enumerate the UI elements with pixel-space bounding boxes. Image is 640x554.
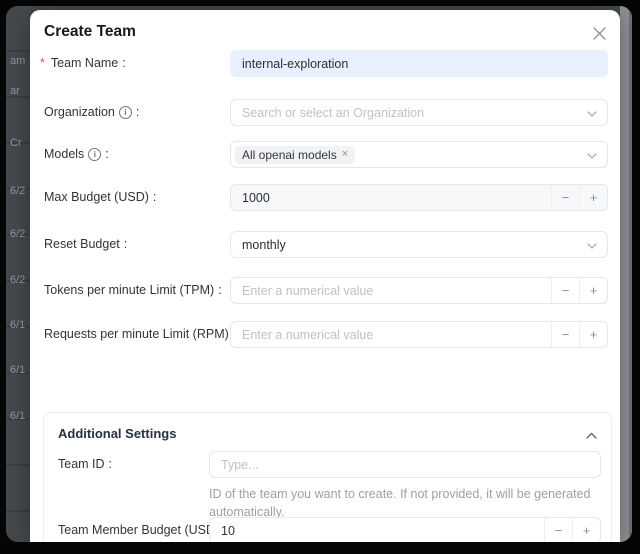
modal-title: Create Team	[44, 23, 136, 41]
team-name-input[interactable]	[231, 51, 607, 76]
models-label: Models i :	[44, 147, 109, 161]
background-text-fragment: 6/1	[10, 364, 25, 376]
reset-budget-label: Reset Budget :	[44, 237, 127, 251]
background-text-fragment: 6/2	[10, 228, 25, 240]
rpm-limit-label: Requests per minute Limit (RPM) :	[44, 327, 236, 341]
reset-budget-select[interactable]: monthly	[230, 231, 608, 258]
chevron-down-icon	[587, 146, 597, 164]
background-text-fragment: 6/1	[10, 319, 25, 331]
team-name-field	[230, 50, 608, 77]
background-page-strip	[620, 6, 632, 542]
decrement-button[interactable]: −	[551, 322, 579, 347]
close-icon[interactable]	[590, 24, 608, 42]
chevron-down-icon	[587, 236, 597, 254]
max-budget-label: Max Budget (USD) :	[44, 190, 156, 204]
background-text-fragment: 6/1	[10, 410, 25, 422]
max-budget-input[interactable]	[231, 185, 551, 210]
background-text-fragment: ar	[10, 85, 20, 97]
reset-budget-value: monthly	[231, 238, 607, 252]
team-id-field	[209, 451, 601, 478]
additional-settings-title: Additional Settings	[58, 426, 176, 441]
decrement-button[interactable]: −	[544, 518, 572, 542]
decrement-button[interactable]: −	[551, 185, 579, 210]
create-team-modal: Create Team * Team Name : Organization i…	[30, 10, 620, 542]
required-asterisk: *	[40, 56, 45, 70]
team-name-label: * Team Name :	[40, 56, 126, 70]
tpm-limit-label: Tokens per minute Limit (TPM) :	[44, 283, 222, 297]
team-id-input[interactable]	[210, 452, 600, 477]
team-member-budget-input[interactable]	[210, 518, 544, 542]
rpm-limit-input[interactable]	[231, 322, 551, 347]
tpm-limit-field: − +	[230, 277, 608, 304]
decrement-button[interactable]: −	[551, 278, 579, 303]
additional-settings-card: Additional Settings Team ID : ID of the …	[43, 412, 612, 542]
background-text-fragment: 6/2	[10, 185, 25, 197]
background-text-fragment: Cr	[10, 137, 22, 149]
team-member-budget-field: − +	[209, 517, 601, 542]
models-select[interactable]: All openai models ×	[230, 141, 608, 168]
chevron-down-icon	[587, 104, 597, 122]
background-text-fragment: 6/2	[10, 274, 25, 286]
tpm-limit-input[interactable]	[231, 278, 551, 303]
increment-button[interactable]: +	[579, 278, 607, 303]
organization-label: Organization i :	[44, 105, 139, 119]
background-table-strip: am ar Cr 6/2 6/2 6/2 6/1 6/1 6/1	[6, 6, 30, 542]
chevron-up-icon[interactable]	[583, 427, 599, 443]
info-icon: i	[88, 148, 101, 161]
organization-select[interactable]: Search or select an Organization	[230, 99, 608, 126]
info-icon: i	[119, 106, 132, 119]
background-text-fragment: am	[10, 55, 25, 67]
increment-button[interactable]: +	[572, 518, 600, 542]
team-id-label: Team ID :	[58, 457, 112, 471]
model-tag: All openai models ×	[235, 146, 355, 164]
increment-button[interactable]: +	[579, 185, 607, 210]
team-id-help-text: ID of the team you want to create. If no…	[209, 485, 611, 521]
increment-button[interactable]: +	[579, 322, 607, 347]
browser-window: am ar Cr 6/2 6/2 6/2 6/1 6/1 6/1 Create Team * T…	[6, 6, 632, 542]
tag-remove-icon[interactable]: ×	[342, 149, 348, 160]
rpm-limit-field: − +	[230, 321, 608, 348]
max-budget-field: − +	[230, 184, 608, 211]
